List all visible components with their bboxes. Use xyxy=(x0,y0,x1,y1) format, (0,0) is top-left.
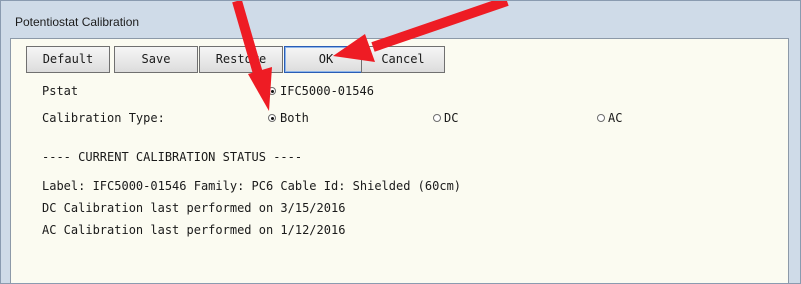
calibration-window: Potentiostat Calibration Default Save Re… xyxy=(0,0,801,284)
ok-button[interactable]: OK xyxy=(284,46,368,73)
pstat-radio[interactable] xyxy=(268,87,276,95)
calibration-type-ac-radio[interactable] xyxy=(597,114,605,122)
default-button[interactable]: Default xyxy=(26,46,110,73)
calibration-type-both-label[interactable]: Both xyxy=(280,111,309,125)
calibration-type-dc-radio[interactable] xyxy=(433,114,441,122)
calibration-type-label: Calibration Type: xyxy=(42,111,165,125)
cancel-button[interactable]: Cancel xyxy=(361,46,445,73)
dc-calibration-line: DC Calibration last performed on 3/15/20… xyxy=(42,201,346,215)
window-title: Potentiostat Calibration xyxy=(15,15,140,29)
restore-button[interactable]: Restore xyxy=(199,46,283,73)
save-button[interactable]: Save xyxy=(114,46,198,73)
calibration-type-dc-label[interactable]: DC xyxy=(444,111,458,125)
title-bar[interactable]: Potentiostat Calibration xyxy=(1,1,800,37)
dialog-content: Default Save Restore OK Cancel Pstat IFC… xyxy=(10,38,789,283)
pstat-value: IFC5000-01546 xyxy=(280,84,374,98)
calibration-status-heading: ---- CURRENT CALIBRATION STATUS ---- xyxy=(42,150,303,164)
calibration-label-line: Label: IFC5000-01546 Family: PC6 Cable I… xyxy=(42,179,462,193)
pstat-label: Pstat xyxy=(42,84,79,98)
ac-calibration-line: AC Calibration last performed on 1/12/20… xyxy=(42,223,346,237)
calibration-type-ac-label[interactable]: AC xyxy=(608,111,622,125)
calibration-type-both-radio[interactable] xyxy=(268,114,276,122)
